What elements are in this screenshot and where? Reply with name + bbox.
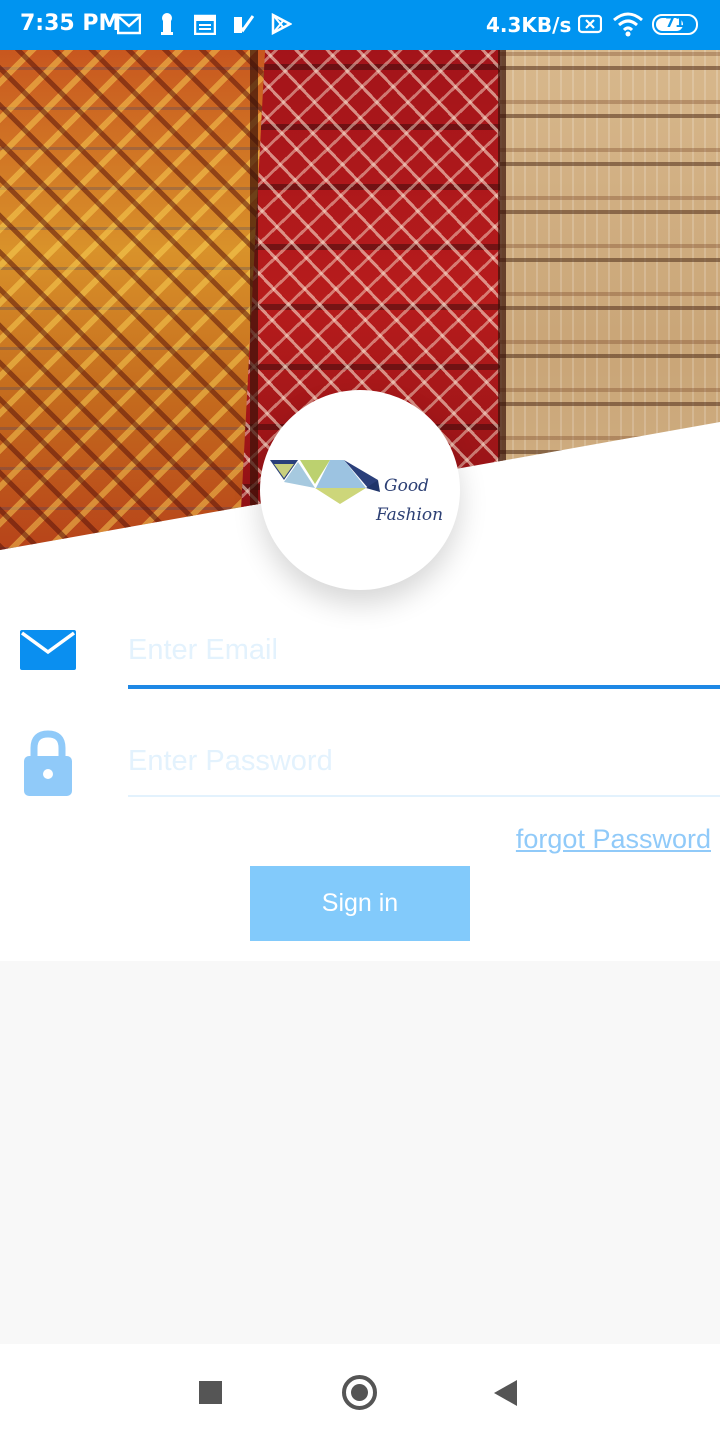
- logo-text: Good: [384, 476, 429, 496]
- status-bar: 7:35 PM 4.3KB/s 71: [0, 0, 720, 50]
- logo-text: Fashion: [376, 505, 444, 525]
- gmail-icon: [117, 12, 141, 36]
- email-underline: [128, 685, 720, 689]
- battery-icon: 71: [652, 14, 698, 35]
- status-time: 7:35 PM: [20, 11, 121, 36]
- keyhole-icon: [155, 12, 179, 36]
- network-speed: 4.3KB/s: [486, 13, 572, 37]
- back-triangle-icon[interactable]: [494, 1380, 517, 1406]
- sim-x-icon: [577, 13, 603, 39]
- play-store-icon: [269, 12, 293, 36]
- check-icon: [231, 12, 255, 36]
- forgot-password-link[interactable]: forgot Password: [516, 824, 711, 855]
- password-input[interactable]: [128, 738, 720, 784]
- password-underline: [128, 795, 720, 797]
- email-icon: [20, 630, 76, 674]
- rug-divider: [250, 50, 258, 550]
- home-circle-icon[interactable]: [342, 1375, 377, 1410]
- app-logo: Good Fashion: [260, 390, 460, 590]
- lock-icon: [22, 730, 74, 800]
- rug-left: [0, 50, 272, 550]
- navigation-bar: [0, 1344, 720, 1440]
- email-input[interactable]: [128, 627, 720, 673]
- sign-in-button[interactable]: Sign in: [250, 866, 470, 941]
- calendar-icon: [193, 12, 217, 36]
- logo-mark-icon: [270, 460, 380, 504]
- battery-level: 71: [665, 15, 685, 31]
- wifi-icon: [612, 11, 644, 41]
- notification-icons: [117, 12, 293, 36]
- home-dot: [351, 1384, 368, 1401]
- recents-square-icon[interactable]: [199, 1381, 222, 1404]
